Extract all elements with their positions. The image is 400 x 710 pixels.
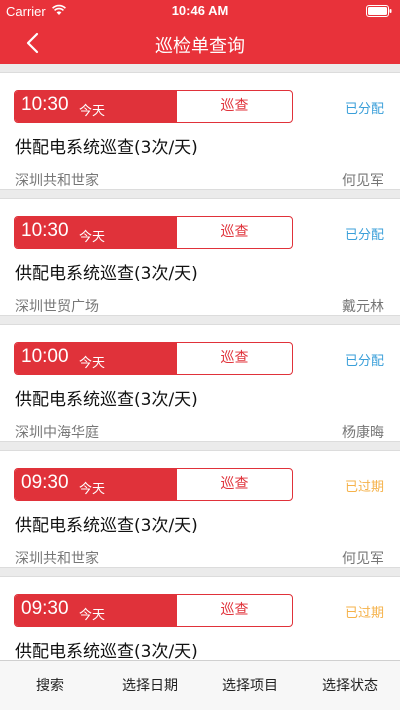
schedule-time: 09:30	[21, 472, 69, 493]
inspection-card[interactable]: 10:30 今天 巡查 已分配供配电系统巡查(3次/天) 深圳共和世家 何见军	[0, 72, 400, 190]
location-label: 深圳共和世家	[15, 173, 99, 189]
inspection-type: 巡查	[220, 224, 249, 240]
inspection-card[interactable]: 09:30 今天 巡查 已过期供配电系统巡查(3次/天) 深圳共和世家 何见军	[0, 450, 400, 568]
schedule-time-block: 10:00 今天	[15, 343, 177, 374]
status-badge: 已分配	[344, 354, 384, 369]
bottom-filter-bar: 搜索 选择日期 选择项目 选择状态	[0, 660, 400, 710]
assignee-label: 戴元林	[342, 299, 384, 315]
assignee-label: 何见军	[342, 551, 384, 567]
battery-icon	[366, 5, 392, 17]
schedule-pill: 10:30 今天 巡查	[14, 216, 293, 249]
select-date-tab[interactable]: 选择日期	[100, 661, 200, 710]
select-project-tab[interactable]: 选择项目	[200, 661, 300, 710]
schedule-pill: 09:30 今天 巡查	[14, 468, 293, 501]
inspection-title: 供配电系统巡查(3次/天)	[15, 390, 198, 410]
schedule-day: 今天	[79, 104, 106, 119]
inspection-card[interactable]: 10:30 今天 巡查 已分配供配电系统巡查(3次/天) 深圳世贸广场 戴元林	[0, 198, 400, 316]
schedule-day: 今天	[79, 356, 106, 371]
assignee-label: 何见军	[342, 173, 384, 189]
schedule-time: 10:00	[21, 346, 69, 367]
clock: 10:46 AM	[171, 3, 229, 18]
schedule-time: 09:30	[21, 598, 69, 619]
status-badge: 已过期	[344, 606, 384, 621]
schedule-time: 10:30	[21, 94, 69, 115]
search-tab[interactable]: 搜索	[0, 661, 100, 710]
select-status-tab[interactable]: 选择状态	[300, 661, 400, 710]
inspection-title: 供配电系统巡查(3次/天)	[15, 642, 198, 660]
inspection-title: 供配电系统巡查(3次/天)	[15, 138, 198, 158]
location-label: 深圳中海华庭	[15, 425, 99, 441]
schedule-day: 今天	[79, 482, 106, 497]
inspection-title: 供配电系统巡查(3次/天)	[15, 264, 198, 284]
assignee-label: 杨康晦	[342, 425, 384, 441]
navigation-bar: 巡检单查询	[0, 22, 400, 64]
inspection-card[interactable]: 10:00 今天 巡查 已分配供配电系统巡查(3次/天) 深圳中海华庭 杨康晦	[0, 324, 400, 442]
status-bar: Carrier 10:46 AM	[0, 0, 400, 22]
inspection-type: 巡查	[220, 98, 249, 114]
status-badge: 已分配	[344, 102, 384, 117]
inspection-card[interactable]: 09:30 今天 巡查 已过期供配电系统巡查(3次/天)	[0, 576, 400, 660]
inspection-type: 巡查	[220, 602, 249, 618]
page-title: 巡检单查询	[155, 36, 245, 57]
schedule-pill: 09:30 今天 巡查	[14, 594, 293, 627]
location-label: 深圳世贸广场	[15, 299, 99, 315]
schedule-time-block: 09:30 今天	[15, 469, 177, 500]
schedule-time-block: 09:30 今天	[15, 595, 177, 626]
schedule-time: 10:30	[21, 220, 69, 241]
schedule-time-block: 10:30 今天	[15, 91, 177, 122]
inspection-list[interactable]: 10:30 今天 巡查 已分配 供配电系统巡查(3次/天) 深圳共和世家 何见军 10:30 今…	[0, 64, 400, 660]
inspection-title: 供配电系统巡查(3次/天)	[15, 516, 198, 536]
status-badge: 已分配	[344, 228, 384, 243]
status-badge: 已过期	[344, 480, 384, 495]
schedule-day: 今天	[79, 230, 106, 245]
schedule-day: 今天	[79, 608, 106, 623]
schedule-time-block: 10:30 今天	[15, 217, 177, 248]
inspection-type: 巡查	[220, 476, 249, 492]
inspection-type: 巡查	[220, 350, 249, 366]
location-label: 深圳共和世家	[15, 551, 99, 567]
schedule-pill: 10:00 今天 巡查	[14, 342, 293, 375]
schedule-pill: 10:30 今天 巡查	[14, 90, 293, 123]
